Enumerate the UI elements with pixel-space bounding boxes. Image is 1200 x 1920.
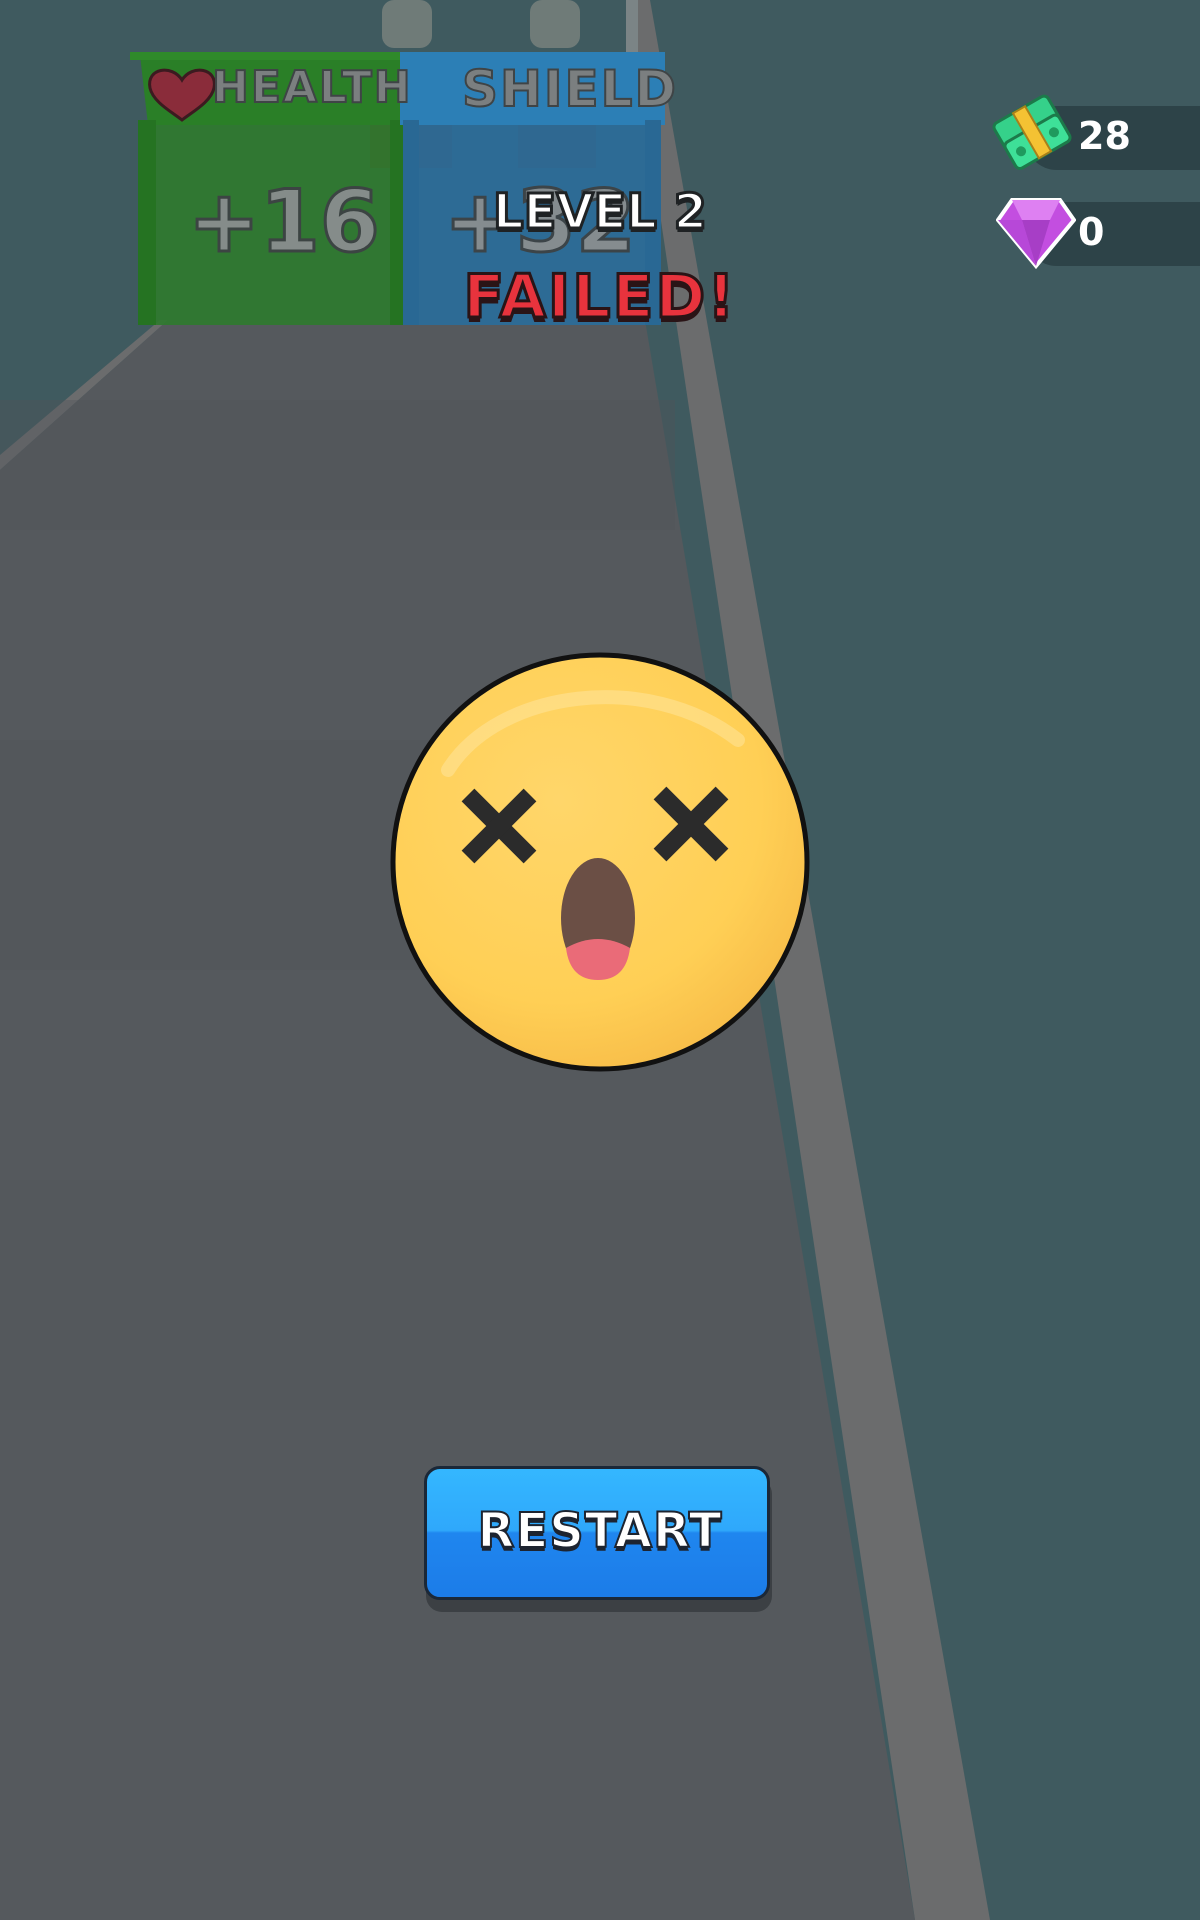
cash-stack-icon [992, 94, 1072, 170]
health-gate-title: HEALTH [211, 61, 413, 114]
restart-button-label: RESTART [476, 1502, 723, 1560]
level-label: LEVEL 2 [491, 183, 708, 242]
restart-button[interactable]: RESTART [424, 1466, 774, 1616]
restart-button-face[interactable]: RESTART [424, 1466, 770, 1600]
cash-value: 28 [1078, 114, 1131, 158]
shield-gate-title: SHIELD [461, 59, 678, 119]
dizzy-face-icon [390, 652, 810, 1072]
failed-label: FAILED! [462, 261, 737, 334]
